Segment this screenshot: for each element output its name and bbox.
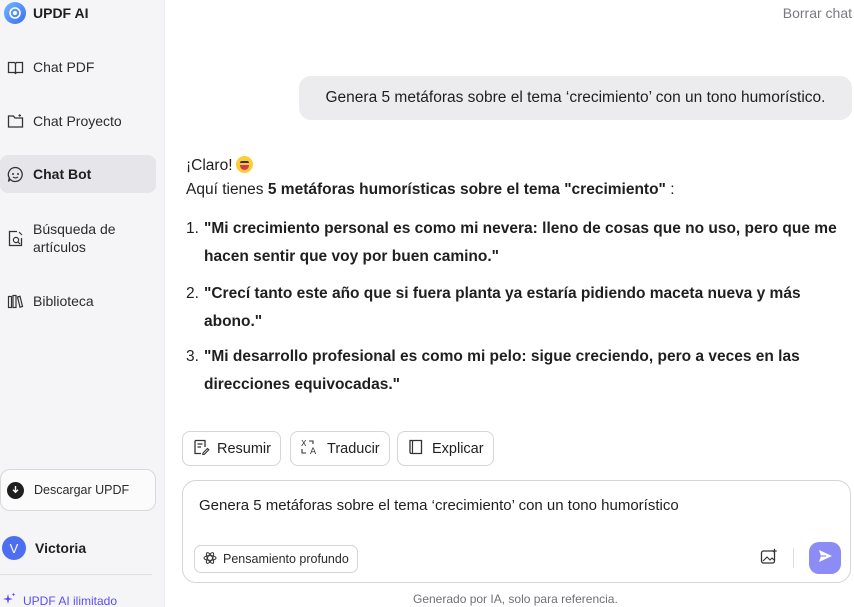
user-profile[interactable]: V Victoria (2, 536, 86, 560)
sidebar-item-label: Chat Proyecto (33, 113, 122, 129)
list-number: 3. (186, 348, 199, 365)
explain-label: Explicar (432, 440, 484, 457)
assistant-reply: ¡Claro! Aquí tienes 5 metáforas humoríst… (186, 154, 846, 393)
sidebar-item-chat-pdf[interactable]: Chat PDF (0, 55, 156, 79)
user-message-bubble: Genera 5 metáforas sobre el tema ‘crecim… (299, 76, 852, 120)
sidebar-item-label: Chat Bot (33, 166, 92, 182)
list-text-line1: "Mi desarrollo profesional es como mi pe… (204, 348, 800, 365)
avatar: V (2, 536, 26, 560)
sidebar-item-chat-bot[interactable]: Chat Bot (0, 155, 156, 193)
list-number: 1. (186, 220, 199, 237)
search-document-icon (6, 229, 24, 247)
book-icon (407, 438, 425, 460)
list-text: "Mi crecimiento personal es como mi neve… (204, 215, 837, 271)
sidebar-item-label: Chat PDF (33, 59, 95, 75)
list-text-line2: direcciones equivocadas." (204, 376, 401, 393)
clear-chat-button[interactable]: Borrar chat (783, 5, 852, 21)
chatbot-icon (6, 165, 24, 183)
list-item: 2. "Crecí tanto este año que si fuera pl… (186, 280, 846, 336)
sidebar: UPDF AI Chat PDF Chat Proyecto Chat Bot … (0, 0, 165, 607)
download-icon (7, 481, 24, 499)
upload-image-button[interactable] (758, 548, 780, 570)
list-item: 1. "Mi crecimiento personal es como mi n… (186, 215, 846, 271)
library-icon (6, 292, 24, 310)
download-updf-button[interactable]: Descargar UPDF (0, 469, 156, 511)
sidebar-item-label: Búsqueda de artículos (33, 220, 116, 256)
book-open-icon (6, 58, 24, 76)
send-icon (818, 549, 833, 568)
reply-intro-suffix: : (665, 181, 675, 198)
sidebar-item-label-line2: artículos (33, 239, 86, 255)
list-text: "Mi desarrollo profesional es como mi pe… (204, 343, 800, 399)
brand[interactable]: UPDF AI (4, 2, 88, 24)
sidebar-item-chat-proyecto[interactable]: Chat Proyecto (0, 109, 156, 133)
send-button[interactable] (809, 542, 841, 574)
summarize-label: Resumir (217, 440, 271, 457)
explain-button[interactable]: Explicar (397, 431, 494, 466)
image-upload-icon (760, 548, 778, 570)
sidebar-item-label: Biblioteca (33, 293, 94, 309)
translate-label: Traducir (327, 440, 380, 457)
list-text-line1: "Crecí tanto este año que si fuera plant… (204, 285, 801, 302)
chat-input[interactable]: Genera 5 metáforas sobre el tema ‘crecim… (199, 497, 679, 514)
sparkle-icon (2, 592, 16, 607)
user-message-text: Genera 5 metáforas sobre el tema ‘crecim… (325, 89, 826, 106)
summarize-button[interactable]: Resumir (182, 431, 281, 466)
deep-thinking-label: Pensamiento profundo (223, 552, 349, 566)
deep-thinking-toggle[interactable]: Pensamiento profundo (194, 545, 358, 573)
reply-greeting-line: ¡Claro! (186, 154, 846, 178)
upgrade-link[interactable]: UPDF AI ilimitado (2, 592, 117, 607)
sidebar-item-busqueda-articulos[interactable]: Búsqueda de artículos (0, 219, 156, 257)
sidebar-item-label-line1: Búsqueda de (33, 221, 116, 237)
svg-text:X: X (301, 439, 307, 448)
sidebar-divider (0, 574, 152, 575)
list-text-line2: hacen sentir que voy por buen camino." (204, 248, 500, 265)
svg-text:A: A (310, 447, 317, 456)
atom-icon (203, 551, 217, 568)
composer-divider (793, 548, 794, 568)
list-text: "Crecí tanto este año que si fuera plant… (204, 280, 801, 336)
list-text-line2: abono." (204, 313, 263, 330)
reply-greeting: ¡Claro! (186, 157, 233, 174)
reply-intro: Aquí tienes 5 metáforas humorísticas sob… (186, 178, 846, 202)
reply-intro-bold: 5 metáforas humorísticas sobre el tema "… (267, 181, 666, 198)
chat-composer: Genera 5 metáforas sobre el tema ‘crecim… (182, 480, 851, 583)
list-text-line1: "Mi crecimiento personal es como mi neve… (204, 220, 837, 237)
translate-icon: XA (300, 438, 320, 460)
ai-disclaimer: Generado por IA, solo para referencia. (413, 592, 618, 606)
sidebar-item-biblioteca[interactable]: Biblioteca (0, 289, 156, 313)
list-number: 2. (186, 285, 199, 302)
scroll-fade (166, 398, 854, 420)
upgrade-label: UPDF AI ilimitado (23, 593, 118, 607)
grinning-emoji-icon (235, 156, 253, 173)
user-name: Victoria (35, 540, 87, 556)
list-item: 3. "Mi desarrollo profesional es como mi… (186, 343, 846, 399)
summarize-icon (192, 438, 210, 460)
download-label: Descargar UPDF (34, 483, 130, 497)
reply-intro-prefix: Aquí tienes (186, 181, 268, 198)
translate-button[interactable]: XA Traducir (290, 431, 390, 466)
folder-icon (6, 112, 24, 130)
brand-name: UPDF AI (33, 5, 89, 21)
updf-logo-icon (4, 2, 26, 24)
